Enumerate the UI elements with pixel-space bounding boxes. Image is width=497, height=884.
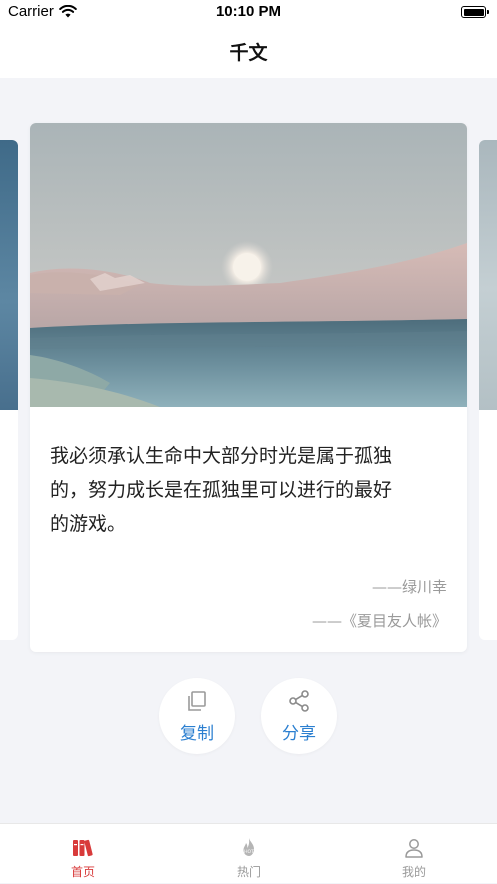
battery-icon	[461, 6, 486, 18]
tab-hot-label: 热门	[236, 865, 261, 879]
svg-text:HOT: HOT	[244, 849, 254, 855]
tab-bar: 首页 HOT 热门 我的	[0, 823, 497, 883]
quote-line-3: 的游戏。	[50, 513, 127, 535]
quote-source: ——《夏目友人帐》	[311, 612, 447, 630]
tab-home[interactable]: 首页	[23, 824, 143, 884]
tab-profile-label: 我的	[401, 865, 426, 879]
user-icon	[405, 839, 423, 858]
landscape-image	[30, 123, 467, 407]
quote-line-1: 我必须承认生命中大部分时光是属于孤独	[50, 445, 393, 467]
status-bar: Carrier 10:10 PM	[0, 0, 497, 28]
share-button[interactable]: 分享	[261, 678, 337, 754]
battery-tip	[487, 10, 489, 14]
quote-text: 我必须承认生命中大部分时光是属于孤独 的，努力成长是在孤独里可以进行的最好 的游戏。	[50, 439, 450, 541]
books-icon	[73, 839, 93, 857]
copy-label: 复制	[180, 724, 214, 744]
share-icon	[289, 690, 309, 712]
copy-button[interactable]: 复制	[159, 678, 235, 754]
previous-card-image	[0, 140, 18, 410]
quote-line-2: 的，努力成长是在孤独里可以进行的最好	[50, 479, 393, 501]
quote-author: ——绿川幸	[371, 578, 447, 596]
previous-card-peek[interactable]	[0, 140, 18, 640]
status-time: 10:10 PM	[215, 3, 282, 20]
page-title: 千文	[229, 42, 268, 64]
navigation-bar: 千文	[0, 28, 497, 78]
share-label: 分享	[282, 724, 316, 744]
tab-home-label: 首页	[70, 865, 95, 879]
next-card-peek[interactable]	[479, 140, 497, 640]
tab-profile[interactable]: 我的	[354, 824, 474, 884]
quote-card[interactable]: 我必须承认生命中大部分时光是属于孤独 的，努力成长是在孤独里可以进行的最好 的游戏。…	[30, 123, 467, 652]
hot-icon: HOT	[243, 838, 254, 856]
tab-hot[interactable]: HOT 热门	[189, 824, 309, 884]
copy-icon	[188, 691, 206, 711]
next-card-image	[479, 140, 497, 410]
